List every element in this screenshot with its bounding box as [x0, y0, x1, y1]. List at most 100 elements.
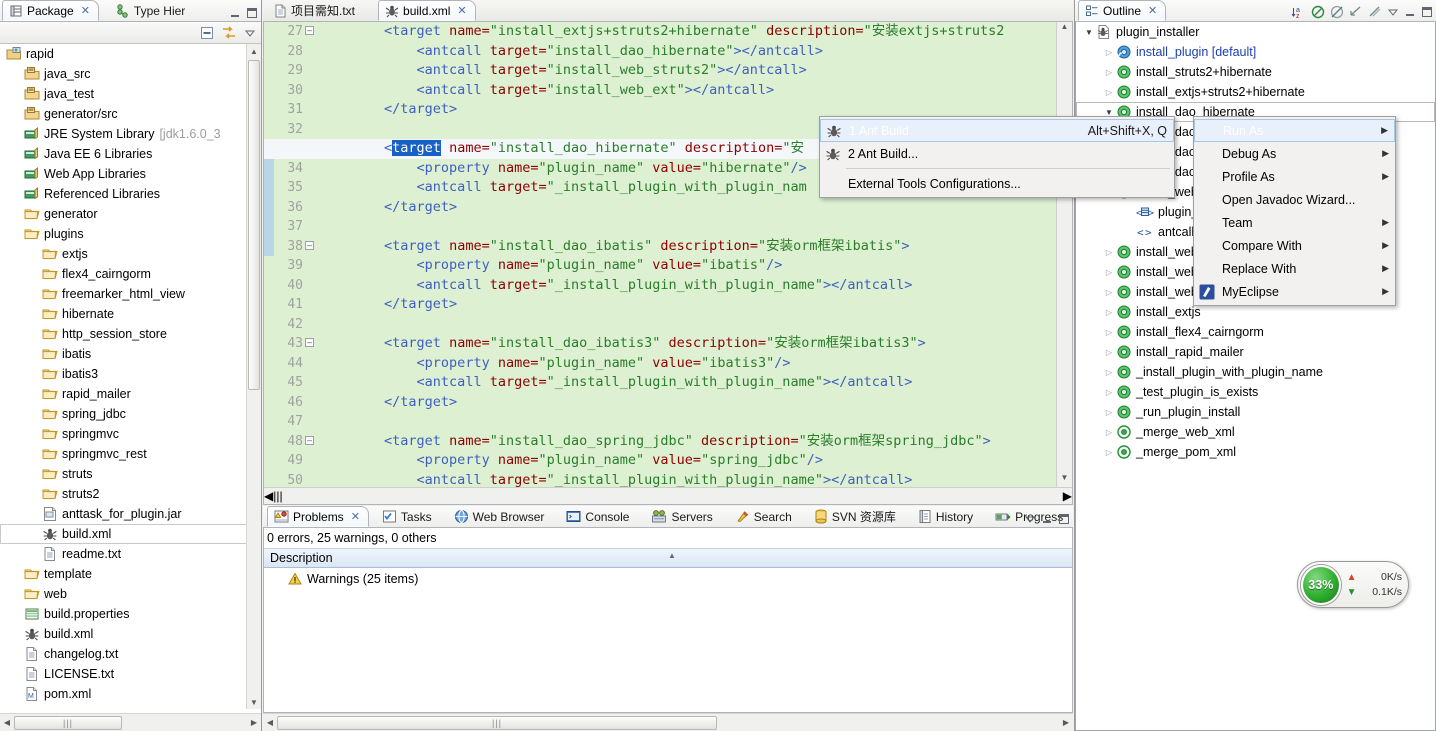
twisty-collapsed-icon[interactable]: ▷: [1102, 48, 1116, 57]
outline-tree-row[interactable]: ▼ plugin_installer: [1076, 22, 1435, 42]
sort-icon[interactable]: az: [1291, 4, 1307, 20]
tab-project-notes[interactable]: 项目需知.txt: [267, 0, 364, 21]
tab-console[interactable]: Console: [559, 506, 638, 527]
view-menu-icon[interactable]: [243, 26, 257, 40]
package-tree-row[interactable]: web: [0, 584, 261, 604]
collapse-all-icon[interactable]: [199, 25, 215, 41]
package-tree-row[interactable]: Mpom.xml: [0, 684, 261, 704]
twisty-collapsed-icon[interactable]: ▷: [1102, 328, 1116, 337]
hide-internal-targets-icon[interactable]: [1310, 4, 1326, 20]
minimize-icon[interactable]: [1403, 5, 1417, 19]
scroll-left-arrow-icon[interactable]: ◀: [264, 489, 273, 503]
menu-item-2-ant-build[interactable]: 2 Ant Build...: [820, 142, 1174, 165]
package-explorer-hscrollbar[interactable]: ◀ ||| ▶: [0, 713, 261, 731]
vscroll-thumb[interactable]: [248, 60, 260, 390]
code-line[interactable]: <antcall target="install_web_ext"></antc…: [264, 81, 1056, 101]
view-menu-icon[interactable]: [1386, 5, 1400, 19]
tab-web-browser[interactable]: Web Browser: [447, 506, 554, 527]
network-speed-widget[interactable]: 33% ▲ 0K/s ▼ 0.1K/s: [1297, 561, 1409, 608]
menu-item-myeclipse[interactable]: MyEclipse ▶: [1194, 280, 1395, 303]
menu-item-profile-as[interactable]: Profile As ▶: [1194, 165, 1395, 188]
menu-item-compare-with[interactable]: Compare With ▶: [1194, 234, 1395, 257]
minimize-icon[interactable]: [1040, 512, 1054, 526]
package-tree-row[interactable]: flex4_cairngorm: [0, 264, 261, 284]
scroll-right-arrow-icon[interactable]: ▶: [1063, 489, 1072, 503]
package-tree-row[interactable]: rapid_mailer: [0, 384, 261, 404]
outline-tree-row[interactable]: ▷ _run_plugin_install: [1076, 402, 1435, 422]
twisty-collapsed-icon[interactable]: ▷: [1102, 88, 1116, 97]
code-line[interactable]: <property name="plugin_name" value="ibat…: [264, 354, 1056, 374]
maximize-icon[interactable]: [245, 6, 259, 20]
package-tree-row[interactable]: freemarker_html_view: [0, 284, 261, 304]
editor-hscrollbar[interactable]: ◀ ||| ▶: [264, 487, 1072, 504]
code-line[interactable]: <target name="install_dao_ibatis" descri…: [264, 237, 1056, 257]
scroll-up-arrow-icon[interactable]: ▲: [1057, 22, 1072, 36]
package-tree-row[interactable]: build.xml: [0, 524, 261, 544]
outline-context-menu[interactable]: Run As ▶ Debug As ▶ Profile As ▶ Open Javadoc …: [1193, 116, 1396, 306]
twisty-collapsed-icon[interactable]: ▷: [1102, 408, 1116, 417]
tab-svn[interactable]: SVN 资源库: [807, 506, 905, 527]
package-tree-row[interactable]: Java EE 6 Libraries: [0, 144, 261, 164]
code-line[interactable]: </target>: [264, 198, 1056, 218]
package-explorer-vscrollbar[interactable]: ▲ ▼: [246, 44, 261, 709]
xml-source-editor[interactable]: 27–282930313233–3435363738–3940414243–44…: [263, 22, 1073, 505]
twisty-collapsed-icon[interactable]: ▷: [1102, 268, 1116, 277]
package-tree-row[interactable]: Web App Libraries: [0, 164, 261, 184]
twisty-collapsed-icon[interactable]: ▷: [1102, 248, 1116, 257]
package-tree-row[interactable]: struts2: [0, 484, 261, 504]
package-tree-row[interactable]: ibatis3: [0, 364, 261, 384]
tab-outline[interactable]: Outline ✕: [1078, 0, 1167, 21]
package-tree-row[interactable]: springmvc: [0, 424, 261, 444]
tab-problems[interactable]: Problems ✕: [267, 506, 369, 527]
maximize-icon[interactable]: [1057, 512, 1071, 526]
twisty-collapsed-icon[interactable]: ▷: [1102, 388, 1116, 397]
code-line[interactable]: <antcall target="install_dao_hibernate">…: [264, 42, 1056, 62]
twisty-collapsed-icon[interactable]: ▷: [1102, 348, 1116, 357]
menu-item-team[interactable]: Team ▶: [1194, 211, 1395, 234]
package-tree-row[interactable]: ibatis: [0, 344, 261, 364]
code-line[interactable]: <antcall target="_install_plugin_with_pl…: [264, 373, 1056, 393]
minimize-icon[interactable]: [228, 6, 242, 20]
code-line[interactable]: <target name="install_extjs+struts2+hibe…: [264, 22, 1056, 42]
outline-tree-row[interactable]: ▷ _test_plugin_is_exists: [1076, 382, 1435, 402]
code-line[interactable]: [264, 315, 1056, 335]
filter-icon[interactable]: [1367, 4, 1383, 20]
package-tree-row[interactable]: generator/src: [0, 104, 261, 124]
problems-hscrollbar[interactable]: ◀ ||| ▶: [263, 713, 1073, 731]
code-line[interactable]: </target>: [264, 393, 1056, 413]
problems-column-header[interactable]: Description ▲: [264, 548, 1072, 568]
package-tree-row[interactable]: template: [0, 564, 261, 584]
tab-search[interactable]: Search: [728, 506, 801, 527]
hide-imported-targets-icon[interactable]: [1329, 4, 1345, 20]
problems-rows[interactable]: Warnings (25 items): [264, 568, 1072, 590]
close-icon[interactable]: ✕: [457, 4, 466, 17]
package-tree-row[interactable]: build.xml: [0, 624, 261, 644]
package-tree-row[interactable]: hibernate: [0, 304, 261, 324]
tab-servers[interactable]: Servers: [644, 506, 721, 527]
package-tree-row[interactable]: java_test: [0, 84, 261, 104]
editor-vscrollbar[interactable]: ▲ ▼: [1056, 22, 1072, 487]
package-explorer-tree[interactable]: rapid java_src java_test generator/src JRE S…: [0, 44, 261, 709]
package-tree-row[interactable]: JRE System Library [jdk1.6.0_3: [0, 124, 261, 144]
maximize-icon[interactable]: [1420, 5, 1434, 19]
menu-item-replace-with[interactable]: Replace With ▶: [1194, 257, 1395, 280]
code-line[interactable]: <property name="plugin_name" value="spri…: [264, 451, 1056, 471]
outline-tree-row[interactable]: ▷ install_extjs+struts2+hibernate: [1076, 82, 1435, 102]
menu-item-debug-as[interactable]: Debug As ▶: [1194, 142, 1395, 165]
package-tree-row[interactable]: springmvc_rest: [0, 444, 261, 464]
code-line[interactable]: [264, 217, 1056, 237]
package-tree-row[interactable]: Referenced Libraries: [0, 184, 261, 204]
code-line[interactable]: <antcall target="_install_plugin_with_pl…: [264, 276, 1056, 296]
tab-build-xml[interactable]: build.xml ✕: [378, 0, 476, 21]
code-line[interactable]: <antcall target="install_web_struts2"></…: [264, 61, 1056, 81]
package-tree-row[interactable]: plugins: [0, 224, 261, 244]
outline-tree-row[interactable]: ▷ install_struts2+hibernate: [1076, 62, 1435, 82]
hscroll-thumb[interactable]: |||: [14, 715, 122, 730]
twisty-collapsed-icon[interactable]: ▷: [1102, 368, 1116, 377]
package-tree-row[interactable]: build.properties: [0, 604, 261, 624]
run-as-submenu[interactable]: 1 Ant Build Alt+Shift+X, Q 2 Ant Build... E…: [819, 116, 1175, 198]
tab-type-hierarchy[interactable]: Type Hier: [109, 0, 194, 21]
package-tree-row[interactable]: anttask_for_plugin.jar: [0, 504, 261, 524]
link-with-editor-icon[interactable]: [1348, 4, 1364, 20]
package-tree-row[interactable]: extjs: [0, 244, 261, 264]
